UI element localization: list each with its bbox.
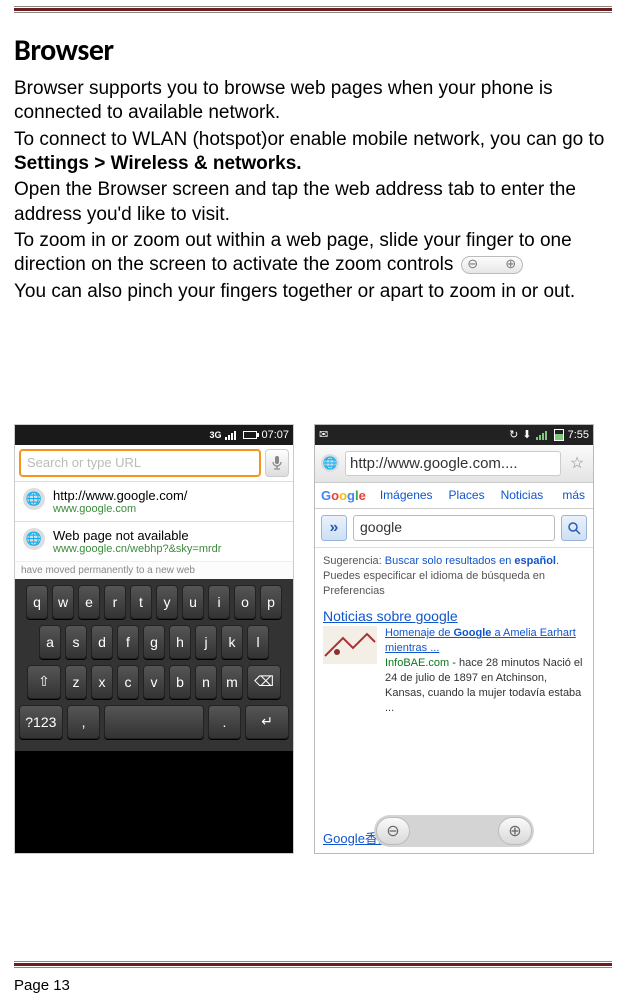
item-sub: www.google.com: [53, 503, 187, 515]
search-input[interactable]: google: [353, 515, 555, 541]
signal-icon: [225, 430, 239, 440]
key-r[interactable]: r: [104, 585, 126, 619]
zoom-out-button[interactable]: ⊖: [376, 817, 410, 845]
key-a[interactable]: a: [39, 625, 61, 659]
list-item[interactable]: 🌐 http://www.google.com/ www.google.com: [15, 481, 293, 521]
status-time: 07:07: [261, 429, 289, 441]
list-item[interactable]: 🌐 Web page not available www.google.cn/w…: [15, 521, 293, 561]
key-s[interactable]: s: [65, 625, 87, 659]
google-nav-tabs: Google Imágenes Places Noticias más: [315, 483, 593, 509]
download-icon: ⬇: [522, 428, 531, 441]
key-t[interactable]: t: [130, 585, 152, 619]
zoom-control: ⊖ ⊕: [374, 815, 534, 847]
bottom-rule: [14, 961, 612, 968]
key-n[interactable]: n: [195, 665, 217, 699]
key-m[interactable]: m: [221, 665, 243, 699]
url-bar: 🌐 http://www.google.com.... ☆: [315, 445, 593, 483]
signal-icon: [536, 430, 550, 440]
suggestion-link[interactable]: Buscar solo resultados en español: [385, 555, 556, 567]
key-z[interactable]: z: [65, 665, 87, 699]
news-thumbnail: [323, 626, 377, 664]
search-icon: [567, 521, 581, 535]
zoom-in-button[interactable]: ⊕: [498, 817, 532, 845]
key-i[interactable]: i: [208, 585, 230, 619]
battery-icon: [243, 431, 257, 439]
key-⌫[interactable]: ⌫: [247, 665, 281, 699]
3g-icon: 3G: [209, 430, 221, 440]
item-title: http://www.google.com/: [53, 488, 187, 503]
tab-news[interactable]: Noticias: [493, 483, 552, 508]
item-title: Web page not available: [53, 528, 221, 543]
para-4: To zoom in or zoom out within a web page…: [14, 229, 612, 278]
key-q[interactable]: q: [26, 585, 48, 619]
top-rule: [14, 6, 612, 12]
para-3: Open the Browser screen and tap the web …: [14, 178, 612, 227]
news-source: InfoBAE.com: [385, 657, 449, 669]
news-result[interactable]: Homenaje de Google a Amelia Earhart mien…: [315, 626, 593, 719]
mic-icon: [271, 455, 283, 471]
key-x[interactable]: x: [91, 665, 113, 699]
body-text: Browser supports you to browse web pages…: [14, 77, 612, 304]
battery-icon: [554, 429, 564, 441]
section-title: Browser: [14, 32, 612, 69]
item-sub: www.google.cn/webhp?&sky=mrdr: [53, 543, 221, 555]
key-v[interactable]: v: [143, 665, 165, 699]
key-c[interactable]: c: [117, 665, 139, 699]
tab-images[interactable]: Imágenes: [372, 483, 441, 508]
search-button[interactable]: [561, 515, 587, 541]
key-h[interactable]: h: [169, 625, 191, 659]
para-2: To connect to WLAN (hotspot)or enable mo…: [14, 128, 612, 177]
google-logo: Google: [315, 483, 372, 508]
key-j[interactable]: j: [195, 625, 217, 659]
key-.[interactable]: .: [208, 705, 242, 739]
key-[interactable]: [104, 705, 203, 739]
page-number: Page 13: [14, 977, 70, 994]
key-d[interactable]: d: [91, 625, 113, 659]
key-w[interactable]: w: [52, 585, 74, 619]
search-suggestion: Sugerencia: Buscar solo resultados en es…: [315, 548, 593, 605]
news-title-link[interactable]: Homenaje de Google a Amelia Earhart mien…: [385, 627, 576, 654]
globe-icon: 🌐: [23, 528, 45, 550]
key-k[interactable]: k: [221, 625, 243, 659]
search-bar: » google: [315, 509, 593, 548]
key-↵[interactable]: ↵: [245, 705, 289, 739]
expand-button[interactable]: »: [321, 515, 347, 541]
mic-button[interactable]: [265, 449, 289, 477]
phone-screenshot-right: ✉ ↻ ⬇ 7:55 🌐 http://www.google.com.... ☆…: [314, 424, 594, 854]
inline-zoom-icon: ⊖⊕: [461, 256, 523, 274]
key-?123[interactable]: ?123: [19, 705, 63, 739]
suggestion-list: 🌐 http://www.google.com/ www.google.com …: [15, 481, 293, 561]
key-,[interactable]: ,: [67, 705, 101, 739]
tab-more[interactable]: más: [554, 483, 593, 508]
key-u[interactable]: u: [182, 585, 204, 619]
key-p[interactable]: p: [260, 585, 282, 619]
globe-icon: 🌐: [23, 488, 45, 510]
url-bar: Search or type URL: [15, 445, 293, 481]
truncated-text: have moved permanently to a new web: [15, 561, 293, 579]
url-input[interactable]: http://www.google.com....: [345, 451, 561, 476]
globe-icon: 🌐: [321, 454, 339, 472]
para-1: Browser supports you to browse web pages…: [14, 77, 612, 126]
sync-icon: ↻: [509, 428, 518, 441]
news-heading-link[interactable]: Noticias sobre google: [315, 604, 593, 626]
para-5: You can also pinch your fingers together…: [14, 280, 612, 304]
key-o[interactable]: o: [234, 585, 256, 619]
key-b[interactable]: b: [169, 665, 191, 699]
key-g[interactable]: g: [143, 625, 165, 659]
status-bar: ✉ ↻ ⬇ 7:55: [315, 425, 593, 445]
url-input[interactable]: Search or type URL: [19, 449, 261, 477]
key-l[interactable]: l: [247, 625, 269, 659]
screenshots-row: 3G 07:07 Search or type URL 🌐 http://www…: [14, 424, 612, 854]
phone-screenshot-left: 3G 07:07 Search or type URL 🌐 http://www…: [14, 424, 294, 854]
status-bar: 3G 07:07: [15, 425, 293, 445]
status-time: 7:55: [568, 429, 589, 441]
bookmark-button[interactable]: ☆: [567, 453, 587, 473]
keyboard: qwertyuiop asdfghjkl ⇧zxcvbnm⌫ ?123, .↵: [15, 579, 293, 751]
key-e[interactable]: e: [78, 585, 100, 619]
key-f[interactable]: f: [117, 625, 139, 659]
notification-icon: ✉: [319, 428, 328, 441]
key-y[interactable]: y: [156, 585, 178, 619]
key-⇧[interactable]: ⇧: [27, 665, 61, 699]
tab-places[interactable]: Places: [441, 483, 493, 508]
